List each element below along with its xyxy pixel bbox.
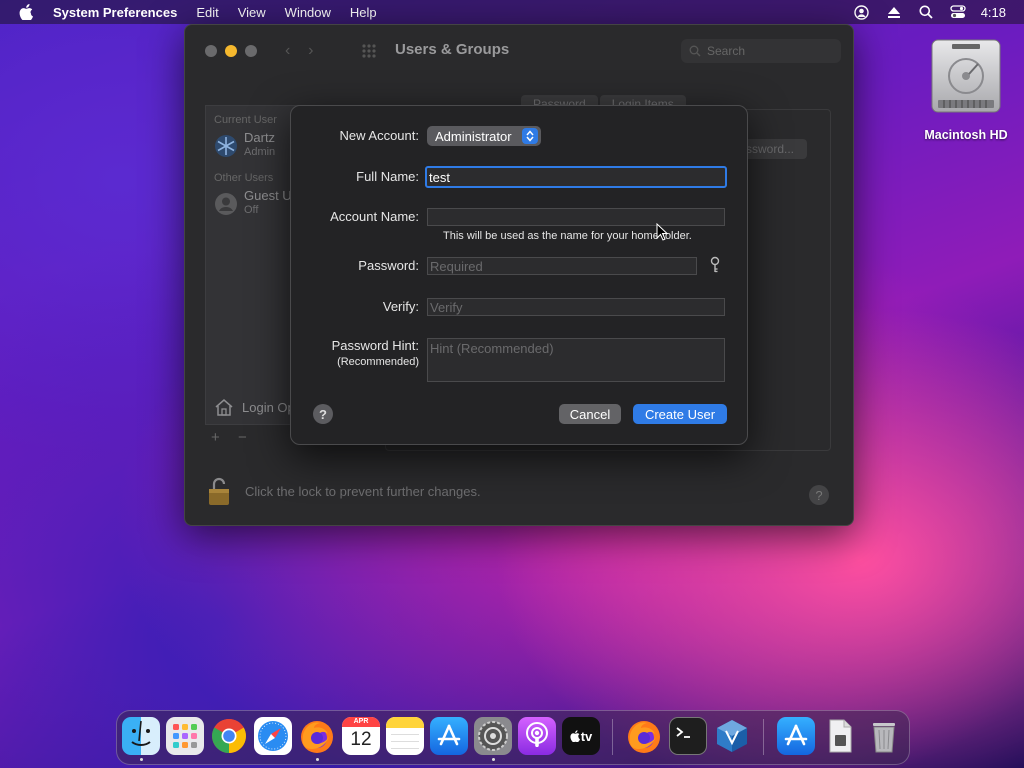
window-help-button[interactable]: ? (809, 485, 829, 505)
calendar-month: APR (342, 717, 380, 727)
apple-tv-icon[interactable]: tv (562, 717, 600, 755)
back-forward-icon[interactable]: ‹ › (285, 42, 313, 60)
calendar-day: 12 (350, 729, 372, 750)
lock-icon[interactable] (207, 475, 231, 507)
snowflake-avatar-icon (214, 134, 238, 158)
remove-user-button[interactable]: − (238, 429, 247, 446)
sheet-help-button[interactable]: ? (313, 404, 333, 424)
trash-icon[interactable] (865, 717, 903, 755)
firefox-recent-icon[interactable] (625, 717, 663, 755)
popup-arrows-icon (522, 128, 538, 144)
app-store-icon[interactable] (430, 717, 468, 755)
desktop-hd-label: Macintosh HD (924, 128, 1008, 142)
key-icon[interactable] (707, 256, 723, 274)
firefox-running-dot (316, 758, 319, 761)
zoom-button[interactable] (245, 45, 257, 57)
window-titlebar: ‹ › Users & Groups Search (185, 25, 853, 77)
apple-tv-label: tv (580, 728, 593, 744)
new-account-sheet: New Account: Administrator Full Name: Ac… (290, 105, 748, 445)
menu-bar: System Preferences Edit View Window Help… (0, 0, 1024, 24)
minimize-button[interactable] (225, 45, 237, 57)
apple-menu-icon[interactable] (18, 3, 34, 21)
document-file-icon[interactable] (821, 717, 859, 755)
hard-drive-icon (930, 38, 1002, 114)
system-preferences-icon[interactable] (474, 717, 512, 755)
guest-user-status: Off (244, 204, 259, 216)
current-user-role: Admin (244, 146, 276, 158)
verify-input[interactable] (427, 298, 725, 316)
password-hint-label: Password Hint: (331, 338, 419, 353)
account-type-value: Administrator (435, 128, 512, 144)
menu-help[interactable]: Help (350, 5, 377, 20)
account-name-label: Account Name: (330, 209, 419, 224)
calendar-icon[interactable]: APR 12 (342, 717, 380, 755)
current-user-name: Dartz (244, 130, 276, 145)
menu-edit[interactable]: Edit (196, 5, 218, 20)
password-label: Password: (358, 258, 419, 273)
menu-app-name[interactable]: System Preferences (53, 5, 177, 20)
app-store-folder-icon[interactable] (777, 717, 815, 755)
spotlight-search-icon[interactable] (917, 3, 935, 21)
menu-window[interactable]: Window (285, 5, 331, 20)
firefox-icon[interactable] (298, 717, 336, 755)
dock-separator-2 (763, 719, 764, 755)
password-input[interactable] (427, 257, 697, 275)
verify-label: Verify: (382, 299, 419, 314)
password-hint-input[interactable] (427, 338, 725, 382)
finder-running-dot (140, 758, 143, 761)
eject-icon[interactable] (885, 3, 903, 21)
full-name-label: Full Name: (356, 169, 419, 184)
full-name-input[interactable] (425, 166, 727, 188)
cancel-button[interactable]: Cancel (559, 404, 621, 424)
guest-user-name: Guest U (244, 188, 292, 203)
system-preferences-running-dot (492, 758, 495, 761)
dock: APR 12 tv (116, 710, 910, 765)
menu-clock[interactable]: 4:18 (981, 5, 1006, 20)
add-user-button[interactable]: + (211, 429, 220, 446)
search-icon (689, 45, 701, 57)
notes-icon[interactable] (386, 717, 424, 755)
password-hint-sublabel: (Recommended) (337, 356, 419, 368)
window-search[interactable]: Search (681, 39, 841, 63)
new-account-label: New Account: (339, 128, 420, 143)
window-title: Users & Groups (395, 41, 510, 58)
launchpad-icon[interactable] (166, 717, 204, 755)
user-account-icon[interactable] (853, 3, 871, 21)
virtualbox-icon[interactable] (713, 717, 751, 755)
lock-row: Click the lock to prevent further change… (207, 475, 481, 507)
login-options-label: Login Op (242, 399, 295, 415)
desktop-macintosh-hd[interactable]: Macintosh HD (918, 38, 1014, 142)
home-icon (215, 399, 233, 416)
create-user-button[interactable]: Create User (633, 404, 727, 424)
search-placeholder: Search (707, 44, 746, 58)
safari-icon[interactable] (254, 717, 292, 755)
podcasts-icon[interactable] (518, 717, 556, 755)
login-options-item[interactable]: Login Op (214, 398, 295, 416)
menu-view[interactable]: View (238, 5, 266, 20)
account-name-input[interactable] (427, 208, 725, 226)
finder-icon[interactable] (122, 717, 160, 755)
lock-text: Click the lock to prevent further change… (245, 483, 481, 499)
account-type-popup[interactable]: Administrator (427, 126, 541, 146)
mouse-pointer-icon (656, 223, 668, 241)
account-name-note: This will be used as the name for your h… (443, 230, 692, 242)
control-center-icon[interactable] (949, 3, 967, 21)
guest-avatar-icon (214, 192, 238, 216)
show-all-grid-icon[interactable] (361, 43, 377, 59)
terminal-icon[interactable] (669, 717, 707, 755)
chrome-icon[interactable] (210, 717, 248, 755)
dock-separator (612, 719, 613, 755)
close-button[interactable] (205, 45, 217, 57)
